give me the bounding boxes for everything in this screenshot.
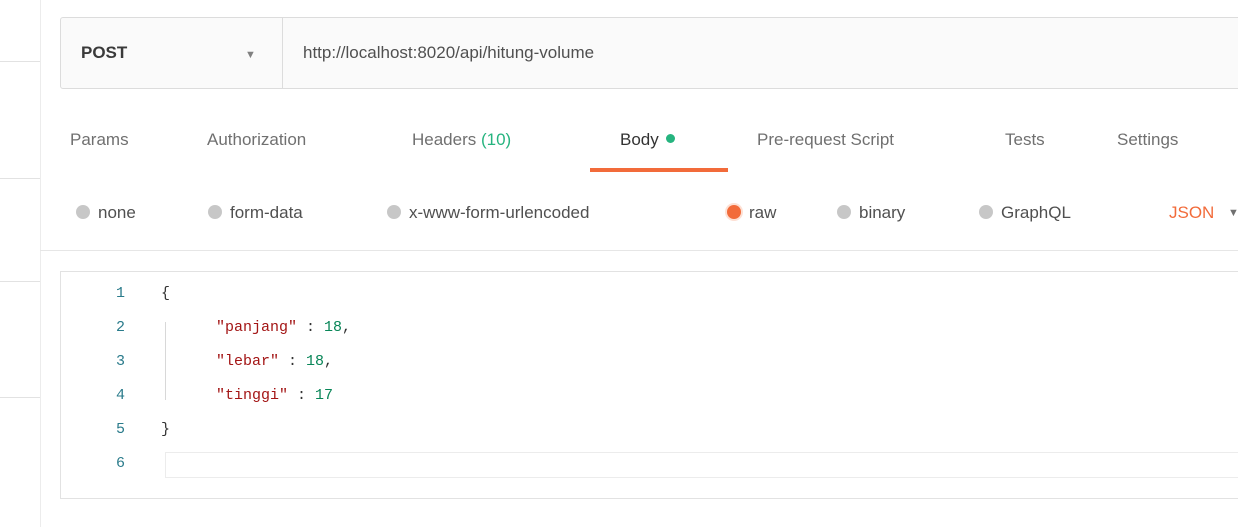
section-divider [40, 250, 1238, 251]
json-value: 18 [324, 319, 343, 336]
active-tab-indicator [590, 168, 728, 172]
body-type-options: none form-data x-www-form-urlencoded raw… [0, 192, 1238, 236]
json-value: 17 [315, 387, 334, 404]
radio-label: x-www-form-urlencoded [409, 203, 590, 222]
tab-settings[interactable]: Settings [1117, 130, 1178, 150]
tab-label: Headers [412, 130, 481, 149]
code-line: 1 { [61, 281, 1238, 307]
json-separator: : [288, 387, 316, 404]
tab-label: Authorization [207, 130, 307, 149]
radio-circle-icon [387, 205, 401, 219]
radio-label: raw [749, 203, 777, 222]
line-number: 6 [115, 455, 125, 472]
tab-label: Settings [1117, 130, 1179, 149]
radio-binary[interactable]: binary [837, 203, 905, 223]
request-tabs: Params Authorization Headers (10) Body P… [0, 120, 1238, 172]
line-number: 2 [115, 319, 125, 336]
tab-headers[interactable]: Headers (10) [412, 130, 511, 150]
line-number: 4 [115, 387, 125, 404]
code-line: 4 "tinggi" : 17 [61, 383, 1238, 409]
active-dot-icon [665, 134, 675, 143]
radio-circle-icon [208, 205, 222, 219]
radio-circle-selected-icon [727, 205, 741, 219]
tab-body[interactable]: Body [620, 130, 675, 150]
line-number: 1 [115, 285, 125, 302]
tab-pre-request-script[interactable]: Pre-request Script [757, 130, 894, 150]
code-line: 2 "panjang" : 18, [61, 315, 1238, 341]
close-brace: } [161, 421, 171, 438]
code-line: 5 } [61, 417, 1238, 443]
headers-count: (10) [480, 130, 512, 149]
tab-label: Tests [1005, 130, 1045, 149]
caret-down-icon: ▼ [1228, 207, 1238, 219]
radio-circle-icon [76, 205, 90, 219]
radio-graphql[interactable]: GraphQL [979, 203, 1071, 223]
code-line: 3 "lebar" : 18, [61, 349, 1238, 375]
json-comma: , [324, 353, 334, 370]
tab-label: Body [620, 130, 659, 149]
rail-divider [0, 397, 40, 398]
language-label: JSON [1169, 203, 1215, 222]
radio-form-data[interactable]: form-data [208, 203, 303, 223]
json-key: "tinggi" [216, 387, 289, 404]
json-separator: : [279, 353, 307, 370]
radio-raw[interactable]: raw [727, 203, 776, 223]
rail-divider [0, 281, 40, 282]
radio-label: form-data [230, 203, 303, 222]
rail-divider [0, 61, 40, 62]
radio-label: none [98, 203, 136, 222]
json-separator: : [297, 319, 325, 336]
tab-label: Pre-request Script [757, 130, 894, 149]
json-key: "lebar" [216, 353, 280, 370]
request-bar: POST ▼ http://localhost:8020/api/hitung-… [60, 17, 1238, 89]
method-select[interactable]: POST ▼ [61, 18, 283, 88]
json-comma: , [342, 319, 352, 336]
code-editor[interactable]: 1 { 2 "panjang" : 18, 3 "lebar" : 18, 4 … [60, 271, 1238, 499]
radio-x-www-form-urlencoded[interactable]: x-www-form-urlencoded [387, 203, 589, 223]
left-rail [0, 0, 41, 527]
radio-circle-icon [837, 205, 851, 219]
url-input[interactable]: http://localhost:8020/api/hitung-volume [283, 18, 1238, 88]
line-number: 5 [115, 421, 125, 438]
caret-down-icon: ▼ [245, 49, 256, 61]
radio-label: GraphQL [1001, 203, 1071, 222]
json-key: "panjang" [216, 319, 298, 336]
radio-label: binary [859, 203, 906, 222]
code-line: 6 [61, 451, 1238, 477]
language-select[interactable]: JSON [1169, 203, 1214, 223]
open-brace: { [161, 285, 171, 302]
radio-circle-icon [979, 205, 993, 219]
tab-tests[interactable]: Tests [1005, 130, 1045, 150]
rail-border [40, 0, 41, 527]
tab-params[interactable]: Params [70, 130, 129, 150]
tab-authorization[interactable]: Authorization [207, 130, 306, 150]
method-label: POST [81, 43, 128, 62]
line-number: 3 [115, 353, 125, 370]
rail-divider [0, 178, 40, 179]
json-value: 18 [306, 353, 325, 370]
tab-label: Params [70, 130, 129, 149]
radio-none[interactable]: none [76, 203, 136, 223]
